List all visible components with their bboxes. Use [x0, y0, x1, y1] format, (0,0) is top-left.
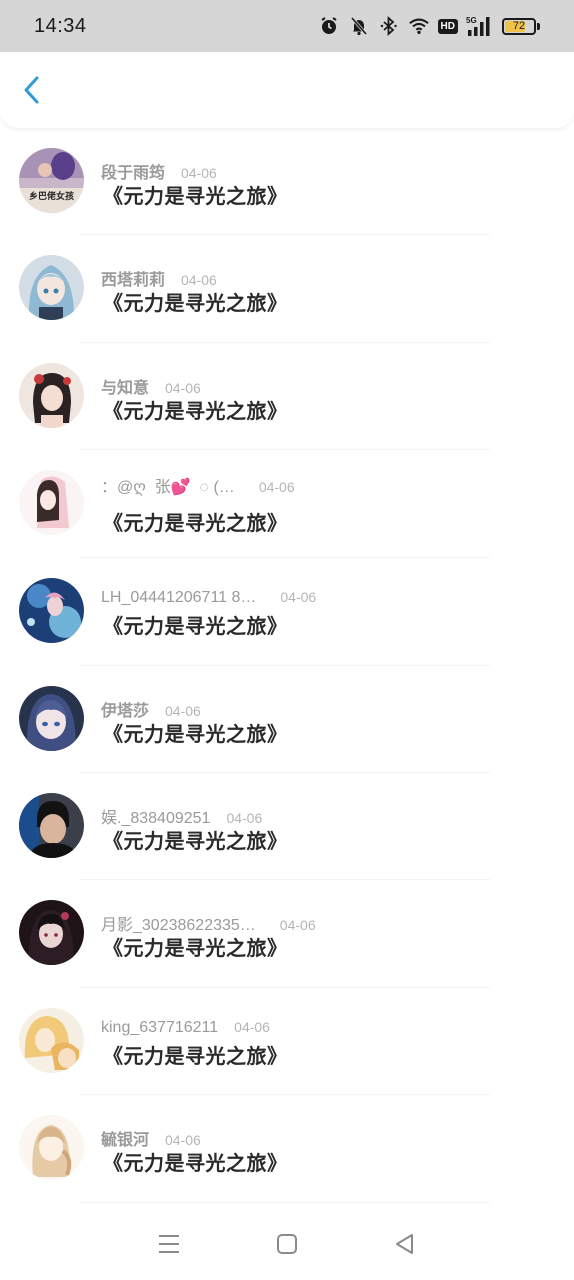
- avatar[interactable]: [19, 685, 84, 751]
- home-button[interactable]: [267, 1224, 307, 1264]
- username[interactable]: LH_04441206711 8…: [101, 589, 256, 607]
- date: 04-06: [181, 272, 217, 289]
- list-item[interactable]: 伊塔莎 04-06 《元力是寻光之旅》: [0, 666, 574, 773]
- item-title[interactable]: 《元力是寻光之旅》: [103, 718, 288, 747]
- back-button[interactable]: [16, 74, 48, 106]
- avatar[interactable]: [19, 470, 84, 536]
- hd-icon: HD: [437, 18, 458, 34]
- battery-icon: 72: [502, 17, 540, 35]
- status-bar: 14:34 HD 5G 72: [0, 0, 574, 52]
- avatar[interactable]: [19, 255, 84, 321]
- username[interactable]: king_637716211: [101, 1019, 218, 1037]
- item-meta: LH_04441206711 8… 04-06: [101, 589, 316, 607]
- date: 04-06: [226, 809, 263, 826]
- avatar[interactable]: [19, 792, 84, 858]
- avatar[interactable]: [19, 900, 84, 966]
- item-title[interactable]: 《元力是寻光之旅》: [103, 287, 288, 316]
- bluetooth-icon: [378, 15, 400, 37]
- wifi-icon: [408, 15, 430, 37]
- list-item[interactable]: ：@ღ ︎ 张💕 ︎ ◌ (… 04-06 《元力是寻光之旅》: [0, 450, 574, 559]
- avatar[interactable]: [19, 1115, 84, 1181]
- status-time: 14:34: [34, 14, 87, 37]
- avatar[interactable]: [19, 1007, 84, 1073]
- item-meta: ：@ღ ︎ 张💕 ︎ ◌ (… 04-06: [101, 473, 295, 497]
- network-label: 5G: [466, 16, 477, 25]
- item-title[interactable]: 《元力是寻光之旅》: [103, 1147, 288, 1176]
- date: 04-06: [181, 165, 217, 181]
- back-triangle-icon: [396, 1234, 413, 1254]
- username[interactable]: ：@ღ ︎ 张💕 ︎ ◌ (…: [101, 473, 235, 497]
- back-nav-button[interactable]: [385, 1224, 425, 1264]
- home-square-icon: [277, 1234, 297, 1254]
- item-title[interactable]: 《元力是寻光之旅》: [103, 180, 288, 209]
- date: 04-06: [165, 1132, 201, 1149]
- item-title[interactable]: 《元力是寻光之旅》: [103, 507, 288, 536]
- divider: [80, 1201, 490, 1203]
- date: 04-06: [165, 702, 201, 719]
- chevron-left-icon: [24, 76, 39, 104]
- avatar[interactable]: [19, 362, 84, 428]
- list-item[interactable]: 毓银河 04-06 《元力是寻光之旅》: [0, 1095, 574, 1203]
- list-item[interactable]: LH_04441206711 8… 04-06 《元力是寻光之旅》: [0, 558, 574, 666]
- list-item[interactable]: 月影_30238622335… 04-06 《元力是寻光之旅》: [0, 880, 574, 988]
- list-item[interactable]: 与知意 04-06 《元力是寻光之旅》: [0, 343, 574, 451]
- item-title[interactable]: 《元力是寻光之旅》: [103, 395, 288, 424]
- list-item[interactable]: 娱._838409251 04-06 《元力是寻光之旅》: [0, 773, 574, 881]
- date: 04-06: [234, 1018, 270, 1035]
- item-title[interactable]: 《元力是寻光之旅》: [103, 1040, 288, 1069]
- menu-button[interactable]: [149, 1224, 189, 1264]
- item-meta: king_637716211 04-06: [101, 1019, 270, 1037]
- header: [0, 52, 574, 128]
- alarm-icon: [318, 15, 340, 37]
- date: 04-06: [280, 589, 317, 606]
- avatar[interactable]: [19, 578, 84, 644]
- list-item[interactable]: king_637716211 04-06 《元力是寻光之旅》: [0, 988, 574, 1096]
- item-title[interactable]: 《元力是寻光之旅》: [103, 610, 288, 639]
- avatar[interactable]: 乡巴佬女孩: [19, 148, 84, 213]
- date: 04-06: [258, 479, 295, 496]
- item-title[interactable]: 《元力是寻光之旅》: [103, 825, 288, 854]
- signal-5g-icon: 5G: [466, 15, 494, 37]
- mute-icon: [348, 15, 370, 37]
- avatar-label: 乡巴佬女孩: [29, 190, 74, 202]
- user-list: 乡巴佬女孩 段于雨筠 04-06 《元力是寻光之旅》 西塔莉莉 04-06 《元…: [0, 128, 574, 1203]
- battery-level: 72: [512, 20, 526, 32]
- date: 04-06: [165, 379, 201, 396]
- menu-icon: [159, 1235, 179, 1253]
- date: 04-06: [279, 917, 316, 934]
- list-item[interactable]: 乡巴佬女孩 段于雨筠 04-06 《元力是寻光之旅》: [0, 128, 574, 236]
- item-title[interactable]: 《元力是寻光之旅》: [103, 932, 288, 961]
- list-item[interactable]: 西塔莉莉 04-06 《元力是寻光之旅》: [0, 235, 574, 343]
- status-icons: HD 5G 72: [318, 15, 540, 37]
- navigation-bar: [0, 1208, 574, 1280]
